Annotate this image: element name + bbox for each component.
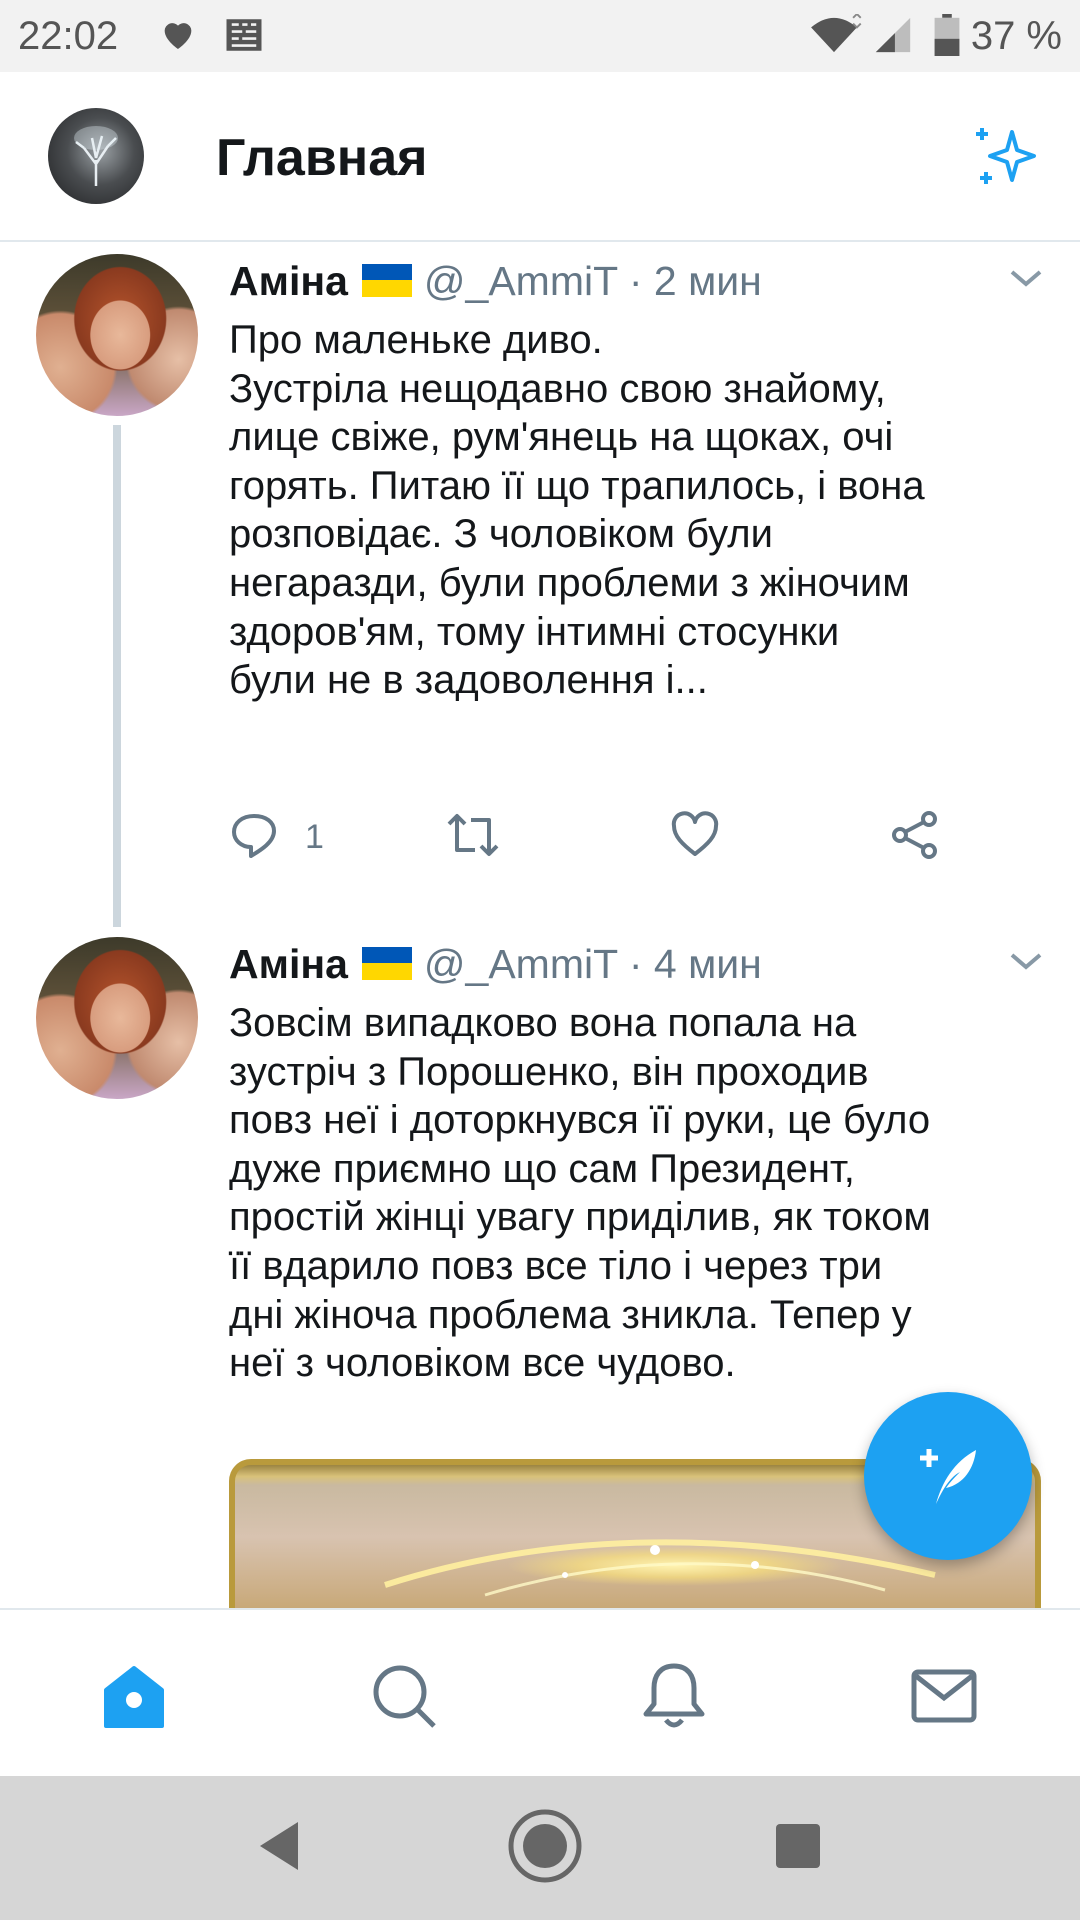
meta-separator: · <box>628 258 643 304</box>
share-icon <box>889 810 941 865</box>
author-handle[interactable]: @_AmmiT <box>424 941 618 987</box>
search-icon[interactable] <box>368 1660 440 1732</box>
wifi-icon <box>806 12 862 61</box>
heart-icon <box>670 810 720 865</box>
tweet-actions: 1 <box>229 810 1009 870</box>
thread-line <box>113 425 121 927</box>
reply-button[interactable]: 1 <box>229 810 324 865</box>
author-name[interactable]: Аміна <box>229 941 348 987</box>
app-header: Главная <box>0 72 1080 242</box>
avatar[interactable] <box>36 254 198 416</box>
tweet-text: Зовсім випадково вона попала на зустріч … <box>229 1001 931 1386</box>
author-handle[interactable]: @_AmmiT <box>424 258 618 304</box>
retweet-button[interactable] <box>445 810 501 865</box>
recents-icon[interactable] <box>774 1814 822 1883</box>
chevron-down-icon[interactable] <box>1008 949 1044 978</box>
tweet-time[interactable]: 4 мин <box>654 941 762 987</box>
notifications-icon[interactable] <box>638 1660 710 1732</box>
tweet-text: Про маленьке диво. Зустріла нещодавно св… <box>229 318 925 703</box>
retweet-icon <box>445 810 501 865</box>
messages-icon[interactable] <box>908 1660 980 1732</box>
author-name[interactable]: Аміна <box>229 258 348 304</box>
battery-icon <box>934 14 960 61</box>
tweet-header: Аміна @_AmmiT · 2 мин <box>229 258 762 305</box>
chevron-down-icon[interactable] <box>1008 266 1044 295</box>
image-icon <box>222 14 266 61</box>
like-button[interactable] <box>670 810 720 865</box>
share-button[interactable] <box>889 810 941 865</box>
sparkle-icon[interactable] <box>972 120 1044 197</box>
bottom-tab-bar <box>0 1608 1080 1778</box>
compose-tweet-button[interactable] <box>864 1392 1032 1560</box>
home-icon[interactable] <box>98 1660 170 1732</box>
home-circle-icon[interactable] <box>505 1806 585 1891</box>
status-time: 22:02 <box>18 14 119 58</box>
android-nav-bar <box>0 1776 1080 1920</box>
back-icon[interactable] <box>254 1814 302 1883</box>
avatar[interactable] <box>36 937 198 1099</box>
page-title: Главная <box>216 129 428 187</box>
status-bar: 22:02 37 % <box>0 0 1080 72</box>
reply-icon <box>229 810 279 865</box>
heart-icon <box>158 14 198 59</box>
battery-percent: 37 % <box>970 14 1062 58</box>
tweet-time[interactable]: 2 мин <box>654 258 762 304</box>
ukraine-flag-icon <box>361 946 412 980</box>
reply-count: 1 <box>305 818 324 856</box>
signal-icon <box>872 14 914 61</box>
profile-avatar[interactable] <box>48 108 144 204</box>
tweet-header: Аміна @_AmmiT · 4 мин <box>229 941 762 988</box>
ukraine-flag-icon <box>361 263 412 297</box>
compose-feather-icon <box>906 1432 990 1521</box>
meta-separator: · <box>628 941 643 987</box>
